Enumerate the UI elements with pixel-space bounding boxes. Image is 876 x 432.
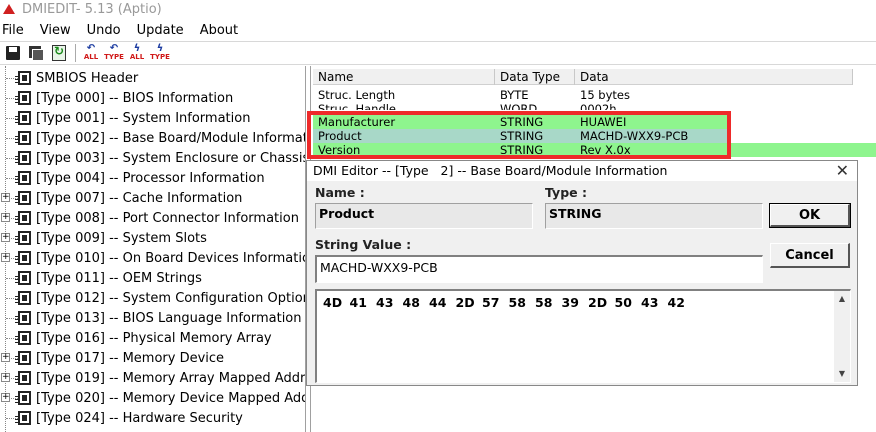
- structure-node-icon: [15, 411, 31, 425]
- hex-byte[interactable]: 4D: [323, 295, 350, 310]
- structure-node-icon: [15, 111, 31, 125]
- hex-byte[interactable]: 42: [668, 295, 695, 310]
- hex-byte[interactable]: 2D: [588, 295, 615, 310]
- window-title: DMIEDIT- 5.13 (Aptio): [22, 1, 162, 17]
- hex-byte[interactable]: 48: [403, 295, 430, 310]
- vertical-scrollbar[interactable]: ▲ ▼: [834, 291, 850, 382]
- row-extension: [727, 143, 876, 157]
- type-value: STRING: [545, 203, 763, 229]
- structure-node-icon: [15, 71, 31, 85]
- app-logo-icon: [2, 2, 16, 16]
- list-header: Name Data Type Data: [313, 69, 853, 85]
- structure-tree[interactable]: SMBIOS Header [Type 000] -- BIOS Informa…: [0, 66, 306, 432]
- save-all-button[interactable]: [25, 43, 47, 63]
- structure-node-icon: [15, 131, 31, 145]
- structure-node-icon: [15, 371, 31, 385]
- structure-node-icon: [15, 91, 31, 105]
- hex-byte[interactable]: 58: [535, 295, 562, 310]
- structure-node-icon: [15, 291, 31, 305]
- undo-arrow-icon: ↶: [109, 43, 119, 54]
- column-header-name[interactable]: Name: [313, 69, 495, 85]
- toolbar-separator: [75, 44, 76, 62]
- menu-file[interactable]: File: [0, 23, 32, 38]
- structure-node-icon: [15, 211, 31, 225]
- column-header-data[interactable]: Data: [575, 69, 853, 85]
- expand-plus-icon[interactable]: +: [1, 373, 10, 382]
- hex-byte[interactable]: 58: [509, 295, 536, 310]
- list-row[interactable]: Struc. Handle WORD 0002h: [313, 102, 725, 110]
- lightning-icon: ϟ: [156, 43, 164, 54]
- name-value: Product: [315, 203, 533, 229]
- structure-node-icon: [15, 271, 31, 285]
- menu-view[interactable]: View: [32, 23, 79, 38]
- expand-plus-icon[interactable]: +: [1, 213, 10, 222]
- structure-node-icon: [15, 171, 31, 185]
- structure-node-icon: [15, 331, 31, 345]
- close-icon[interactable]: ✕: [836, 161, 849, 181]
- scroll-down-icon[interactable]: ▼: [834, 366, 850, 382]
- list-row[interactable]: Struc. Length BYTE 15 bytes: [313, 88, 725, 102]
- column-header-data-type[interactable]: Data Type: [495, 69, 575, 85]
- toolbar: ↶ ALL ↶ TYPE ϟ ALL ϟ TYPE: [0, 41, 876, 65]
- title-bar: DMIEDIT- 5.13 (Aptio): [0, 0, 876, 18]
- cancel-button[interactable]: Cancel: [770, 243, 850, 268]
- lightning-icon: ϟ: [133, 43, 141, 54]
- list-row-manufacturer[interactable]: Manufacturer STRING HUAWEI: [313, 115, 727, 129]
- hex-byte[interactable]: 57: [482, 295, 509, 310]
- hex-byte[interactable]: 43: [641, 295, 668, 310]
- hex-byte[interactable]: 2D: [456, 295, 483, 310]
- structure-node-icon: [15, 151, 31, 165]
- hex-byte[interactable]: 39: [562, 295, 589, 310]
- type-label: Type :: [545, 185, 587, 200]
- structure-node-icon: [15, 231, 31, 245]
- structure-node-icon: [15, 351, 31, 365]
- hex-bytes: 4D 41 43 48 44 2D 57 58 58 39 2D 50 43 4…: [323, 295, 694, 310]
- expand-plus-icon[interactable]: +: [1, 253, 10, 262]
- structure-node-icon: [15, 191, 31, 205]
- hex-byte[interactable]: 43: [376, 295, 403, 310]
- expand-plus-icon[interactable]: +: [1, 193, 10, 202]
- menu-bar: File View Undo Update About: [0, 20, 246, 40]
- floppy-disk-icon: [6, 46, 20, 60]
- apply-type-button[interactable]: ϟ TYPE: [149, 43, 171, 63]
- scroll-up-icon[interactable]: ▲: [834, 291, 850, 307]
- structure-node-icon: [15, 251, 31, 265]
- structure-node-icon: [15, 391, 31, 405]
- menu-undo[interactable]: Undo: [79, 23, 129, 38]
- string-value-label: String Value :: [315, 237, 412, 252]
- list-row-version[interactable]: Version STRING Rev X.0x: [313, 143, 727, 157]
- menu-update[interactable]: Update: [129, 23, 192, 38]
- refresh-icon: [52, 44, 66, 61]
- ok-button[interactable]: OK: [769, 203, 851, 228]
- hex-byte[interactable]: 50: [615, 295, 642, 310]
- undo-arrow-icon: ↶: [86, 43, 96, 54]
- restore-all-button[interactable]: ↶ ALL: [80, 43, 102, 63]
- hex-byte[interactable]: 44: [429, 295, 456, 310]
- restore-type-button[interactable]: ↶ TYPE: [103, 43, 125, 63]
- structure-node-icon: [15, 311, 31, 325]
- apply-all-button[interactable]: ϟ ALL: [126, 43, 148, 63]
- list-row-product[interactable]: Product STRING MACHD-WXX9-PCB: [313, 129, 727, 143]
- dialog-title-bar: DMI Editor -- [Type 2] -- Base Board/Mod…: [307, 161, 857, 181]
- hex-byte[interactable]: 41: [350, 295, 377, 310]
- refresh-button[interactable]: [48, 43, 70, 63]
- name-label: Name :: [315, 185, 365, 200]
- hex-editor[interactable]: 4D 41 43 48 44 2D 57 58 58 39 2D 50 43 4…: [315, 289, 851, 383]
- save-button[interactable]: [2, 43, 24, 63]
- expand-plus-icon[interactable]: +: [1, 393, 10, 402]
- dialog-title: DMI Editor -- [Type 2] -- Base Board/Mod…: [313, 163, 668, 178]
- string-value-input[interactable]: MACHD-WXX9-PCB: [315, 255, 763, 283]
- dmi-editor-dialog: DMI Editor -- [Type 2] -- Base Board/Mod…: [306, 160, 858, 386]
- expand-plus-icon[interactable]: +: [1, 233, 10, 242]
- expand-plus-icon[interactable]: +: [1, 353, 10, 362]
- menu-about[interactable]: About: [192, 23, 246, 38]
